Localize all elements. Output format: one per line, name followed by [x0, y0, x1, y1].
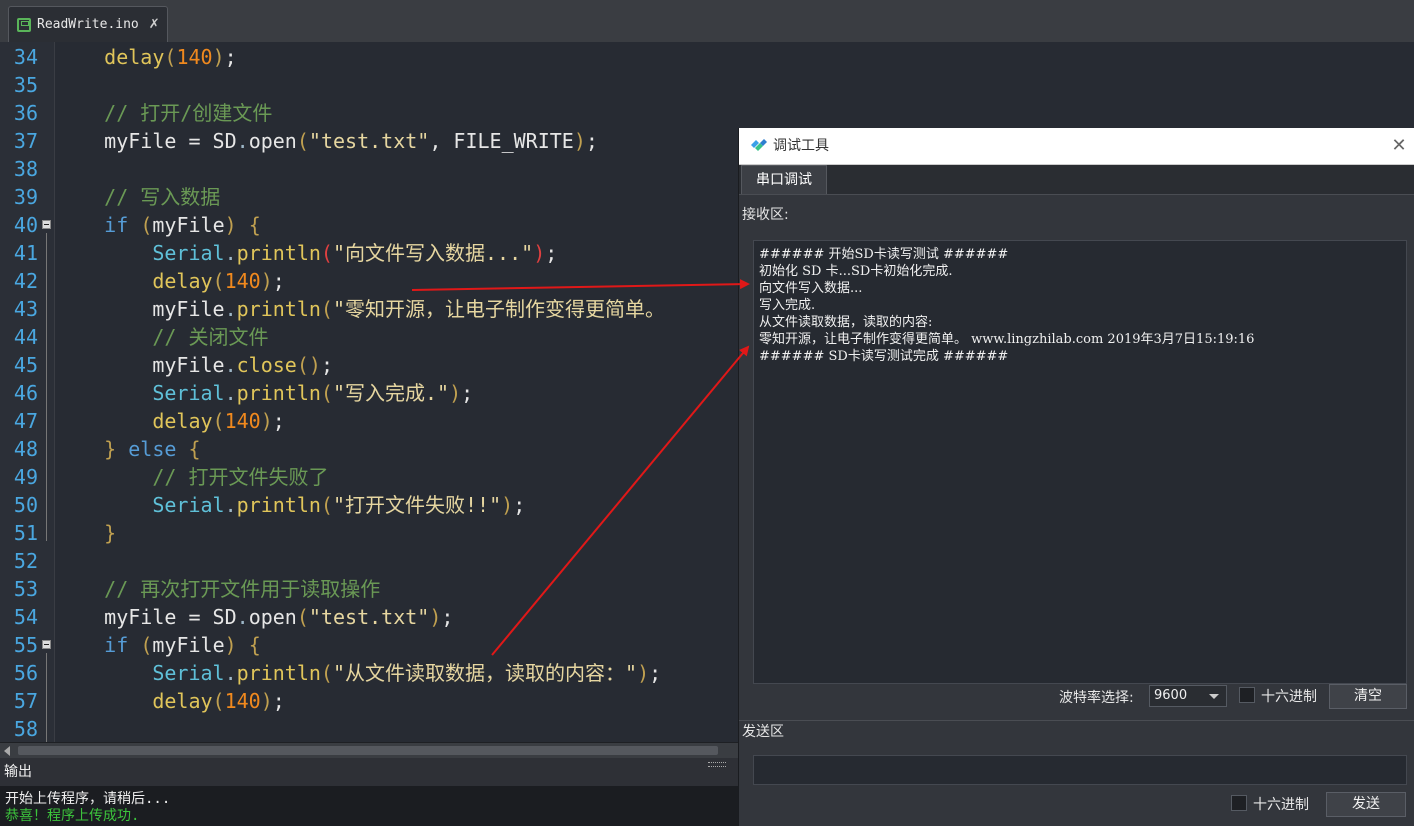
app-logo-icon — [751, 139, 767, 151]
line-number: 39 — [13, 185, 38, 209]
divider — [739, 720, 1414, 721]
line-number: 49 — [13, 465, 38, 489]
baud-rate-label: 波特率选择: — [1059, 690, 1134, 706]
receive-line: 写入完成. — [759, 298, 816, 313]
line-number: 46 — [13, 381, 38, 405]
fold-toggle-icon[interactable] — [42, 220, 51, 229]
code-line[interactable]: Serial.println("向文件写入数据..."); — [56, 239, 557, 267]
scroll-left-icon[interactable] — [4, 746, 10, 756]
output-line-success: 恭喜！程序上传成功. — [5, 808, 140, 824]
line-number: 37 — [13, 129, 38, 153]
scroll-thumb[interactable] — [18, 746, 718, 755]
output-title: 输出 — [4, 764, 32, 780]
line-number: 50 — [13, 493, 38, 517]
line-number: 55 — [13, 633, 38, 657]
receive-line: 向文件写入数据... — [759, 281, 863, 296]
code-line[interactable]: // 打开文件失败了 — [56, 463, 328, 491]
code-line[interactable]: // 打开/创建文件 — [56, 99, 272, 127]
tool-title-bar[interactable]: 调试工具 ✕ — [739, 128, 1414, 165]
receive-area-label: 接收区: — [742, 207, 789, 223]
code-line[interactable]: Serial.println("打开文件失败!!"); — [56, 491, 525, 519]
close-icon[interactable]: ✕ — [1385, 128, 1413, 164]
send-input[interactable] — [753, 755, 1407, 785]
output-header: 输出 — [0, 758, 738, 786]
line-number: 43 — [13, 297, 38, 321]
send-area-label: 发送区 — [742, 724, 784, 740]
receive-area[interactable]: ###### 开始SD卡读写测试 ###### 初始化 SD 卡...SD卡初始化… — [753, 240, 1407, 684]
chevron-down-icon — [1209, 694, 1219, 699]
baud-rate-value: 9600 — [1154, 688, 1188, 703]
code-line[interactable]: delay(140); — [56, 687, 284, 715]
receive-line: ###### 开始SD卡读写测试 ###### — [759, 247, 1009, 262]
code-line[interactable]: if (myFile) { — [56, 211, 261, 239]
panel-resize-grip-icon[interactable] — [708, 762, 726, 767]
file-tab-label: ReadWrite.ino — [37, 17, 139, 32]
line-number: 44 — [13, 325, 38, 349]
line-number: 35 — [13, 73, 38, 97]
code-line[interactable]: myFile = SD.open("test.txt"); — [56, 603, 453, 631]
code-line[interactable]: myFile.println("零知开源，让电子制作变得更简单。 — [56, 295, 665, 323]
line-number: 45 — [13, 353, 38, 377]
receive-lines: ###### 开始SD卡读写测试 ###### 初始化 SD 卡...SD卡初始化… — [759, 246, 1406, 365]
code-line[interactable]: Serial.println("写入完成."); — [56, 379, 473, 407]
send-button[interactable]: 发送 — [1326, 792, 1406, 817]
line-number: 54 — [13, 605, 38, 629]
line-number: 52 — [13, 549, 38, 573]
receive-line: 初始化 SD 卡...SD卡初始化完成. — [759, 264, 953, 279]
code-line[interactable]: myFile = SD.open("test.txt", FILE_WRITE)… — [56, 127, 598, 155]
fold-line — [46, 233, 47, 541]
receive-hex-checkbox[interactable] — [1239, 687, 1255, 703]
line-number: 56 — [13, 661, 38, 685]
code-line[interactable]: myFile.close(); — [56, 351, 333, 379]
clear-button[interactable]: 清空 — [1329, 684, 1407, 709]
fold-toggle-icon[interactable] — [42, 640, 51, 649]
line-number: 47 — [13, 409, 38, 433]
line-number: 58 — [13, 717, 38, 741]
line-number: 57 — [13, 689, 38, 713]
send-hex-label: 十六进制 — [1253, 797, 1309, 813]
output-panel: 输出 开始上传程序，请稍后... 恭喜！程序上传成功. — [0, 758, 738, 826]
code-line[interactable]: // 关闭文件 — [56, 323, 268, 351]
line-number: 53 — [13, 577, 38, 601]
code-line[interactable]: delay(140); — [56, 267, 284, 295]
code-line[interactable]: delay(140); — [56, 407, 284, 435]
line-number: 42 — [13, 269, 38, 293]
line-number: 38 — [13, 157, 38, 181]
output-line: 开始上传程序，请稍后... — [5, 791, 171, 807]
baud-rate-select[interactable]: 9600 — [1149, 685, 1227, 707]
code-line[interactable]: // 再次打开文件用于读取操作 — [56, 575, 380, 603]
receive-hex-label: 十六进制 — [1261, 689, 1317, 705]
code-line[interactable]: // 写入数据 — [56, 183, 220, 211]
send-hex-checkbox[interactable] — [1231, 795, 1247, 811]
line-number: 40 — [13, 213, 38, 237]
receive-line: 从文件读取数据，读取的内容: — [759, 315, 933, 330]
line-number: 51 — [13, 521, 38, 545]
debug-tool-window: 调试工具 ✕ 串口调试 接收区: ###### 开始SD卡读写测试 ######… — [738, 128, 1414, 826]
pin-icon[interactable]: ✗ — [149, 17, 160, 32]
tab-serial-debug[interactable]: 串口调试 — [741, 165, 827, 194]
code-line[interactable]: if (myFile) { — [56, 631, 261, 659]
save-file-icon — [17, 17, 31, 32]
fold-line — [46, 653, 47, 742]
code-line[interactable]: Serial.println("从文件读取数据，读取的内容："); — [56, 659, 661, 687]
code-line[interactable]: delay(140); — [56, 43, 236, 71]
editor-tab-bar: ReadWrite.ino ✗ — [0, 0, 1414, 43]
horizontal-scrollbar[interactable] — [0, 742, 738, 759]
code-line[interactable]: } — [56, 519, 116, 547]
line-number: 48 — [13, 437, 38, 461]
line-number: 36 — [13, 101, 38, 125]
fold-column — [40, 42, 55, 742]
tool-tab-bar: 串口调试 — [739, 165, 1414, 195]
receive-line: 零知开源，让电子制作变得更简单。 www.lingzhilab.com 2019… — [759, 332, 1255, 347]
receive-line: ###### SD卡读写测试完成 ###### — [759, 349, 1009, 364]
tool-title: 调试工具 — [773, 138, 829, 154]
file-tab[interactable]: ReadWrite.ino ✗ — [8, 6, 168, 42]
line-number: 34 — [13, 45, 38, 69]
code-line[interactable]: } else { — [56, 435, 200, 463]
line-number: 41 — [13, 241, 38, 265]
